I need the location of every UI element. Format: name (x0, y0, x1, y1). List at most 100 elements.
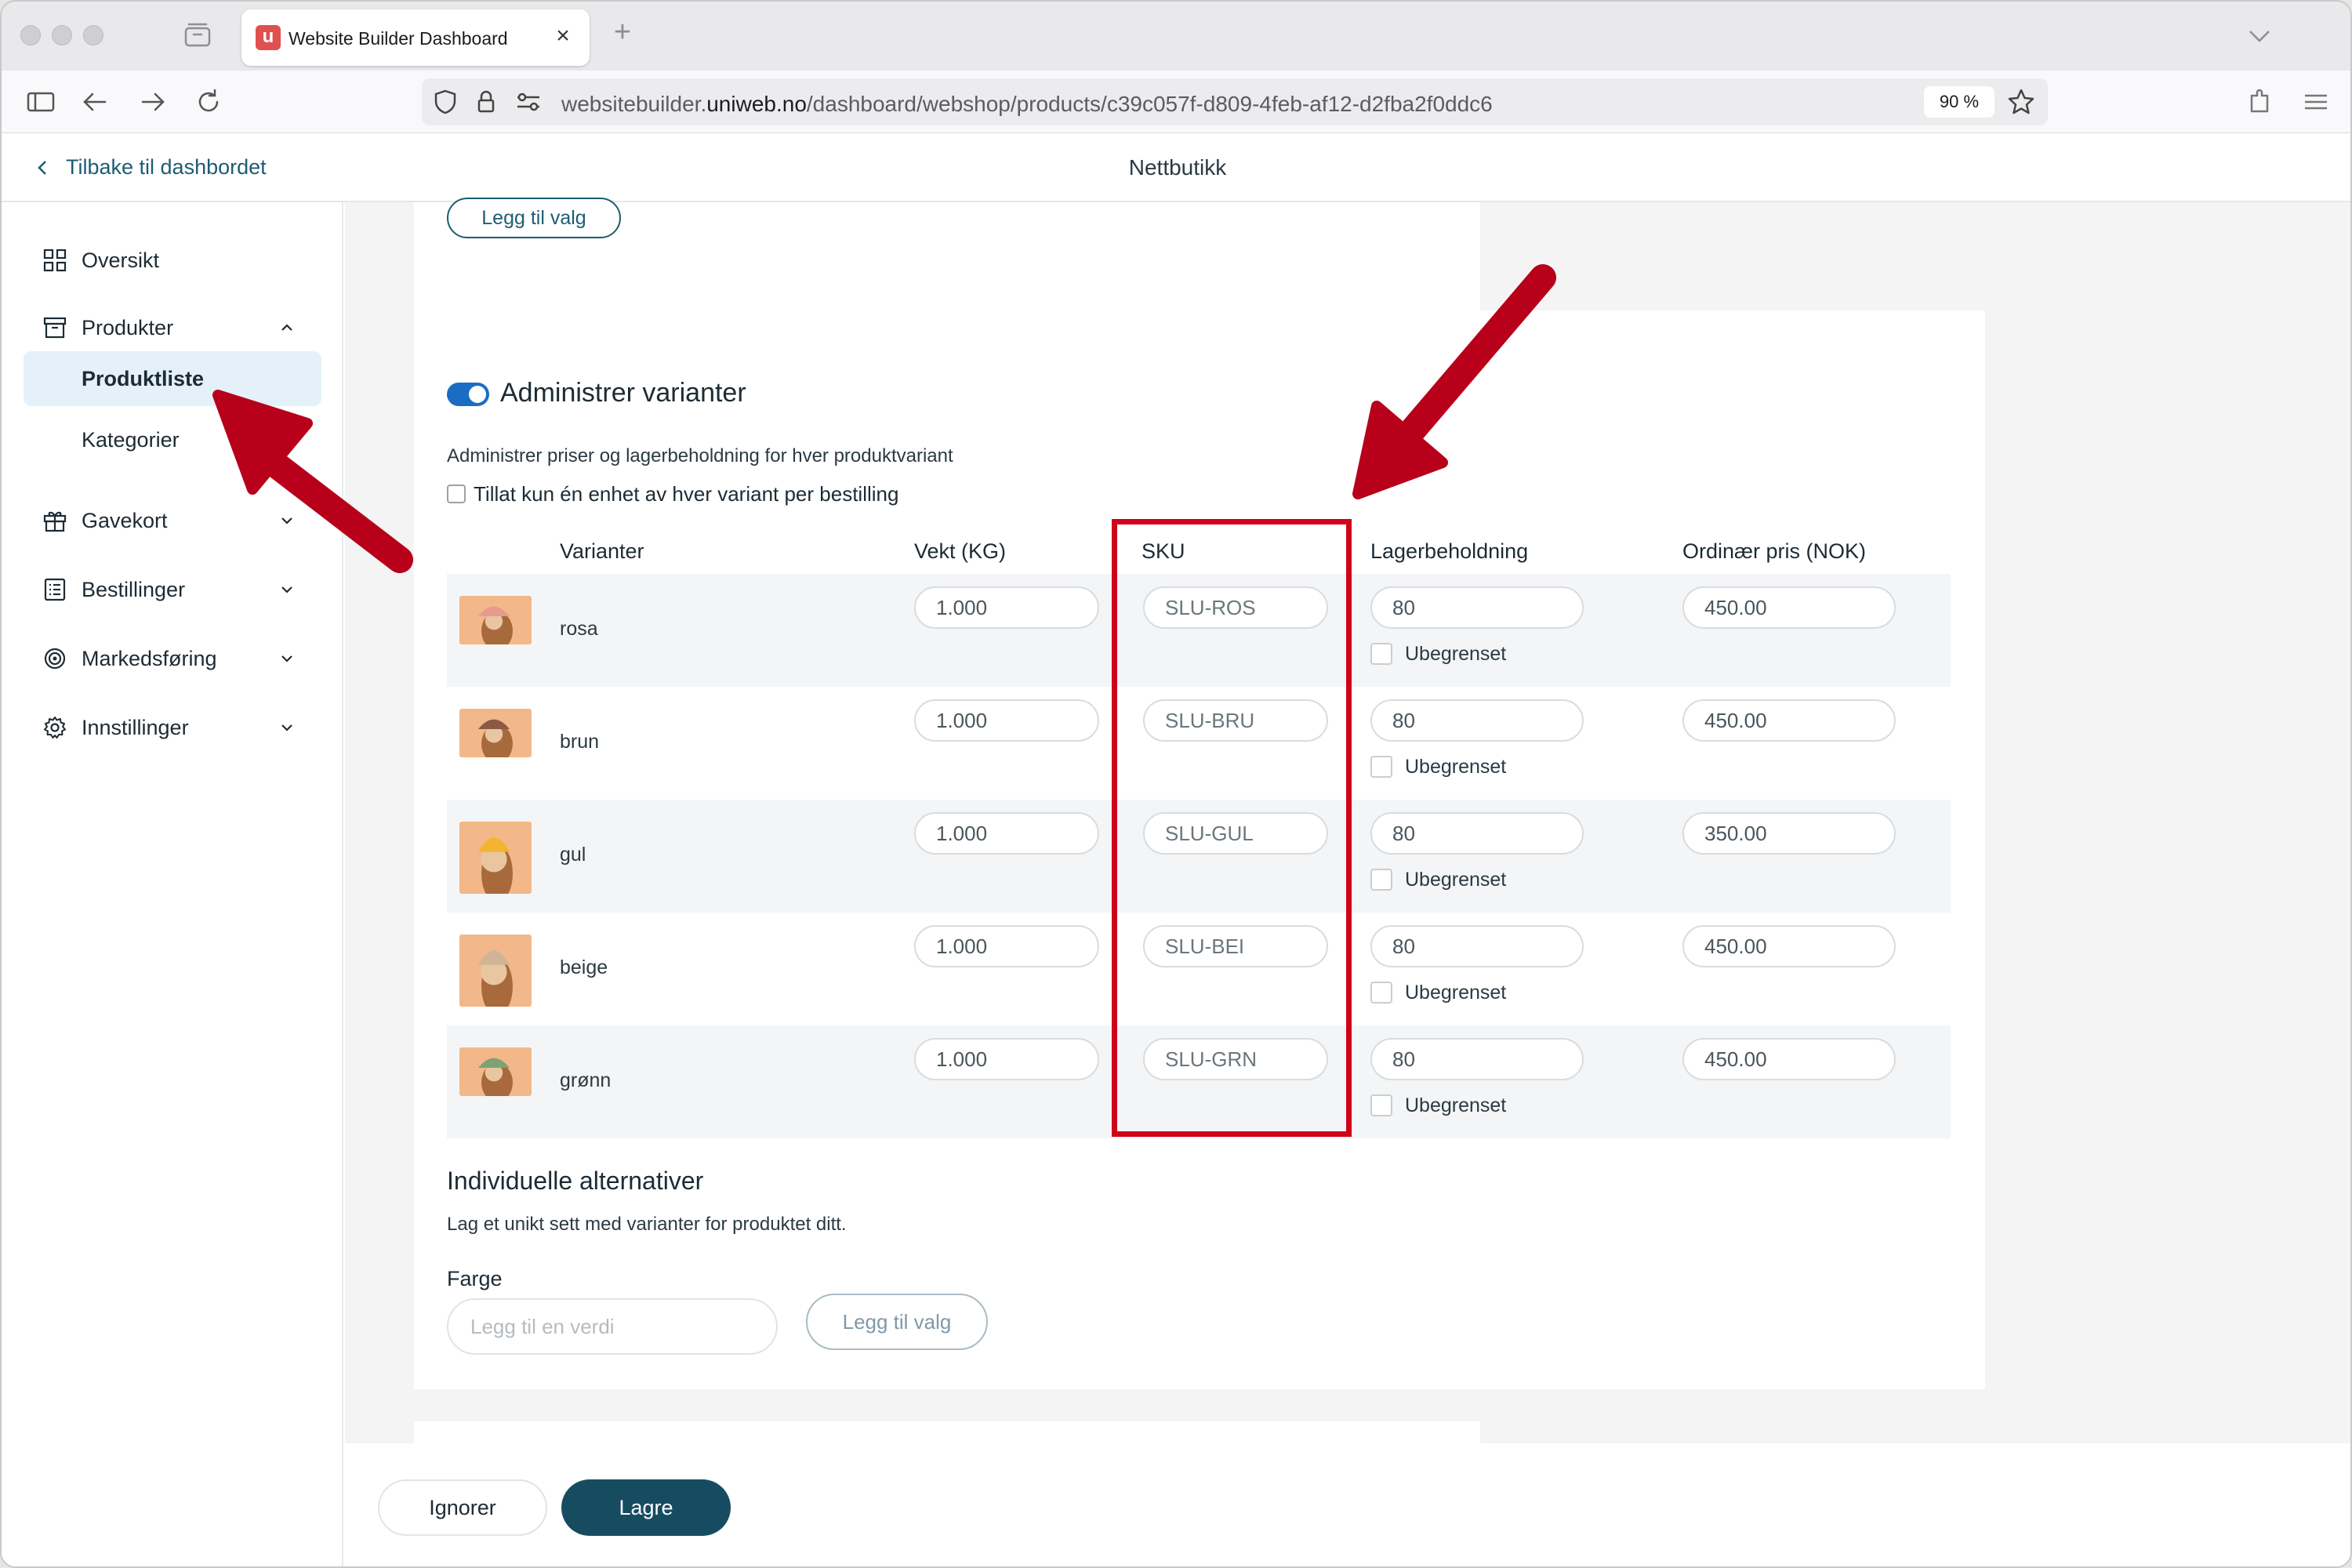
sidebar-subitem-categories[interactable]: Kategorier (24, 412, 321, 467)
unlimited-checkbox[interactable] (1370, 643, 1392, 665)
sidebar-item-settings[interactable]: Innstillinger (2, 704, 343, 751)
column-header-stock: Lagerbeholdning (1370, 539, 1529, 563)
tab-bar: u Website Builder Dashboard × + (2, 2, 2350, 71)
browser-toolbar: websitebuilder.uniweb.no/dashboard/websh… (2, 71, 2350, 133)
manage-variants-toggle[interactable] (447, 383, 489, 406)
weight-input[interactable]: 1.000 (914, 699, 1099, 742)
archive-icon (43, 317, 67, 339)
unlimited-checkbox[interactable] (1370, 1094, 1392, 1116)
variant-thumbnail (459, 709, 532, 757)
action-footer: Ignorer Lagre (345, 1443, 2350, 1566)
new-tab-button[interactable]: + (607, 17, 638, 49)
unlimited-checkbox[interactable] (1370, 869, 1392, 891)
address-bar[interactable]: websitebuilder.uniweb.no/dashboard/websh… (422, 78, 2048, 125)
single-unit-label: Tillat kun én enhet av hver variant per … (474, 482, 899, 506)
column-header-variants: Varianter (560, 539, 644, 563)
lock-icon[interactable] (472, 88, 500, 116)
variant-name: gul (560, 844, 586, 866)
site-settings-icon[interactable] (514, 89, 543, 114)
bookmark-star-icon[interactable] (2005, 86, 2037, 118)
weight-input[interactable]: 1.000 (914, 925, 1099, 967)
variant-thumbnail (459, 1047, 532, 1096)
url-text[interactable]: websitebuilder.uniweb.no/dashboard/websh… (561, 92, 1493, 117)
window-maximize-button[interactable] (83, 25, 103, 45)
unlimited-label: Ubegrenset (1405, 982, 1507, 1004)
app-header: Tilbake til dashbordet Nettbutikk (2, 133, 2350, 202)
variant-name: brun (560, 731, 600, 753)
save-button[interactable]: Lagre (561, 1479, 731, 1536)
add-option-button[interactable]: Legg til valg (447, 198, 621, 238)
weight-input[interactable]: 1.000 (914, 586, 1099, 629)
sidebar-item-gift-cards[interactable]: Gavekort (2, 497, 343, 544)
chevron-down-icon[interactable] (276, 510, 298, 532)
window-close-button[interactable] (20, 25, 41, 45)
price-input[interactable]: 450.00 (1682, 925, 1896, 967)
stock-input[interactable]: 80 (1370, 925, 1584, 967)
reload-icon[interactable] (191, 85, 226, 119)
sidebar-subitem-product-list[interactable]: Produktliste (24, 351, 321, 406)
browser-tab[interactable]: u Website Builder Dashboard × (241, 9, 590, 66)
price-input[interactable]: 450.00 (1682, 1038, 1896, 1080)
grid-icon (43, 249, 67, 272)
page-title: Nettbutikk (1128, 155, 1227, 180)
sidebar-item-label: Markedsføring (82, 646, 217, 670)
menu-icon[interactable] (2299, 85, 2333, 119)
variant-name: beige (560, 956, 608, 978)
target-icon (44, 648, 66, 670)
sidebar-subitem-label: Kategorier (82, 427, 180, 452)
chevron-down-icon[interactable] (276, 717, 298, 739)
sku-highlight-box (1112, 519, 1352, 1137)
sidebar-item-label: Gavekort (82, 508, 168, 532)
single-unit-checkbox[interactable] (447, 485, 466, 503)
color-value-input[interactable]: Legg til en verdi (447, 1298, 778, 1355)
sidebar-item-orders[interactable]: Bestillinger (2, 566, 343, 613)
sidebar-item-label: Bestillinger (82, 577, 186, 601)
sidebar-item-overview[interactable]: Oversikt (2, 237, 343, 284)
sidebar-item-marketing[interactable]: Markedsføring (2, 635, 343, 682)
chevron-up-icon[interactable] (276, 317, 298, 339)
unlimited-label: Ubegrenset (1405, 643, 1507, 665)
tab-title: Website Builder Dashboard (289, 28, 508, 49)
browser-window: u Website Builder Dashboard × + websiteb… (0, 0, 2352, 1568)
stock-input[interactable]: 80 (1370, 812, 1584, 855)
price-input[interactable]: 450.00 (1682, 699, 1896, 742)
sidebar-toggle-icon[interactable] (24, 85, 58, 119)
variant-thumbnail (459, 935, 532, 1007)
price-input[interactable]: 450.00 (1682, 586, 1896, 629)
price-input[interactable]: 350.00 (1682, 812, 1896, 855)
list-icon (44, 578, 66, 601)
shield-icon[interactable] (431, 88, 459, 116)
variant-name: rosa (560, 618, 598, 640)
sidebar: Oversikt Produkter Produktliste Kategori… (2, 202, 343, 1566)
individual-options-title: Individuelle alternativer (447, 1167, 704, 1195)
unlimited-label: Ubegrenset (1405, 869, 1507, 891)
variants-description: Administrer priser og lagerbeholdning fo… (447, 445, 953, 466)
weight-input[interactable]: 1.000 (914, 812, 1099, 855)
column-header-price: Ordinær pris (NOK) (1682, 539, 1867, 563)
column-header-weight: Vekt (KG) (914, 539, 1007, 563)
stock-input[interactable]: 80 (1370, 1038, 1584, 1080)
window-minimize-button[interactable] (52, 25, 72, 45)
extensions-icon[interactable] (2242, 85, 2277, 119)
sidebar-item-label: Produkter (82, 315, 174, 339)
zoom-level-badge[interactable]: 90 % (1924, 86, 1994, 118)
ignore-button[interactable]: Ignorer (378, 1479, 547, 1536)
chevron-down-icon[interactable] (2244, 20, 2275, 52)
variant-thumbnail (459, 596, 532, 644)
sidebar-item-products[interactable]: Produkter (2, 304, 343, 351)
close-icon[interactable]: × (549, 22, 577, 50)
add-option-button[interactable]: Legg til valg (806, 1294, 988, 1350)
chevron-down-icon[interactable] (276, 648, 298, 670)
weight-input[interactable]: 1.000 (914, 1038, 1099, 1080)
unlimited-label: Ubegrenset (1405, 756, 1507, 778)
forward-arrow-icon[interactable] (135, 85, 169, 119)
unlimited-checkbox[interactable] (1370, 982, 1392, 1004)
stock-input[interactable]: 80 (1370, 586, 1584, 629)
tab-overview-icon[interactable] (183, 22, 212, 47)
unlimited-checkbox[interactable] (1370, 756, 1392, 778)
stock-input[interactable]: 80 (1370, 699, 1584, 742)
gear-icon (44, 717, 66, 739)
favicon-icon: u (256, 25, 281, 50)
back-arrow-icon[interactable] (78, 85, 113, 119)
chevron-down-icon[interactable] (276, 579, 298, 601)
